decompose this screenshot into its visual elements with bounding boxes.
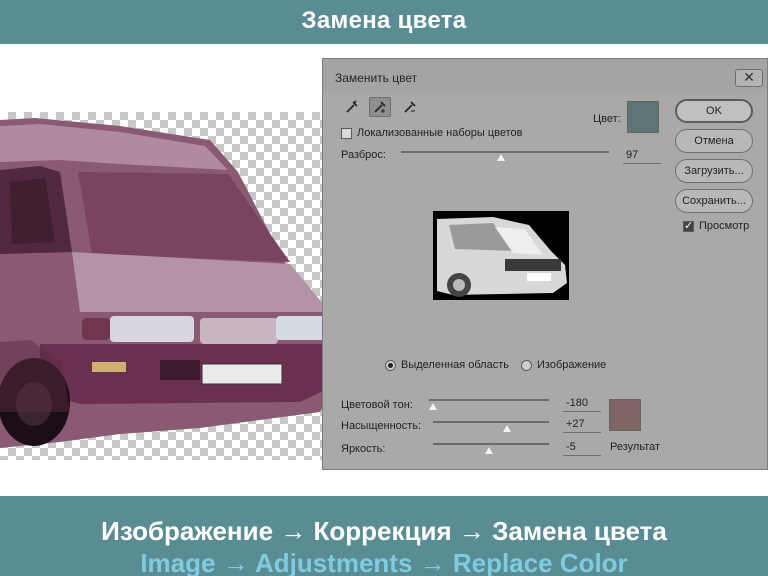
result-label: Результат <box>610 441 661 453</box>
selection-radio[interactable] <box>385 360 396 371</box>
footer-bar: Изображение → Коррекция → Замена цвета I… <box>0 496 768 576</box>
hue-label: Цветовой тон: <box>341 399 413 411</box>
localized-clusters-checkbox[interactable] <box>341 128 352 139</box>
car-photo <box>0 112 345 460</box>
saturation-slider-thumb[interactable] <box>503 425 511 432</box>
fuzziness-slider[interactable] <box>401 151 609 153</box>
selected-color-swatch[interactable] <box>627 101 659 133</box>
header-bar: Замена цвета <box>0 0 768 44</box>
save-button[interactable]: Сохранить... <box>675 189 753 213</box>
selection-mask-image <box>437 217 567 297</box>
eyedropper-plus-icon[interactable] <box>369 97 391 117</box>
preview-label: Просмотр <box>699 220 750 232</box>
dialog-titlebar: Заменить цвет ✕ <box>323 59 767 91</box>
color-label: Цвет: <box>593 113 621 125</box>
hue-slider-thumb[interactable] <box>429 403 437 410</box>
saturation-label: Насыщенность: <box>341 420 422 432</box>
slide-title: Замена цвета <box>301 7 467 34</box>
fuzziness-label: Разброс: <box>341 149 386 161</box>
menu-path-english: Image → Adjustments → Replace Color <box>140 548 628 576</box>
image-radio-label: Изображение <box>537 359 607 371</box>
close-icon[interactable]: ✕ <box>735 69 763 87</box>
preview-checkbox[interactable] <box>683 219 694 232</box>
selection-radio-label: Выделенная область <box>401 359 509 371</box>
eyedropper-icon[interactable] <box>341 97 363 117</box>
lightness-slider[interactable] <box>433 443 549 445</box>
selection-preview[interactable] <box>433 211 569 300</box>
lightness-label: Яркость: <box>341 443 386 455</box>
minivan-image <box>0 118 340 448</box>
result-color-swatch[interactable] <box>609 399 641 431</box>
fuzziness-value[interactable]: 97 <box>623 147 661 164</box>
saturation-value[interactable]: +27 <box>563 416 601 433</box>
replace-color-dialog: Заменить цвет ✕ Цвет: Локализованные наб… <box>322 58 768 470</box>
lightness-value[interactable]: -5 <box>563 439 601 456</box>
fuzziness-slider-thumb[interactable] <box>497 154 505 161</box>
saturation-slider[interactable] <box>433 421 549 423</box>
image-radio[interactable] <box>521 360 532 371</box>
eyedropper-minus-icon[interactable] <box>399 97 421 117</box>
load-button[interactable]: Загрузить... <box>675 159 753 183</box>
hue-slider[interactable] <box>429 399 549 401</box>
cancel-button[interactable]: Отмена <box>675 129 753 153</box>
lightness-slider-thumb[interactable] <box>485 447 493 454</box>
hue-value[interactable]: -180 <box>563 395 601 412</box>
menu-path-russian: Изображение → Коррекция → Замена цвета <box>101 516 667 546</box>
localized-clusters-label: Локализованные наборы цветов <box>357 127 523 139</box>
ok-button[interactable]: OK <box>675 99 753 123</box>
dialog-title: Заменить цвет <box>335 71 418 85</box>
